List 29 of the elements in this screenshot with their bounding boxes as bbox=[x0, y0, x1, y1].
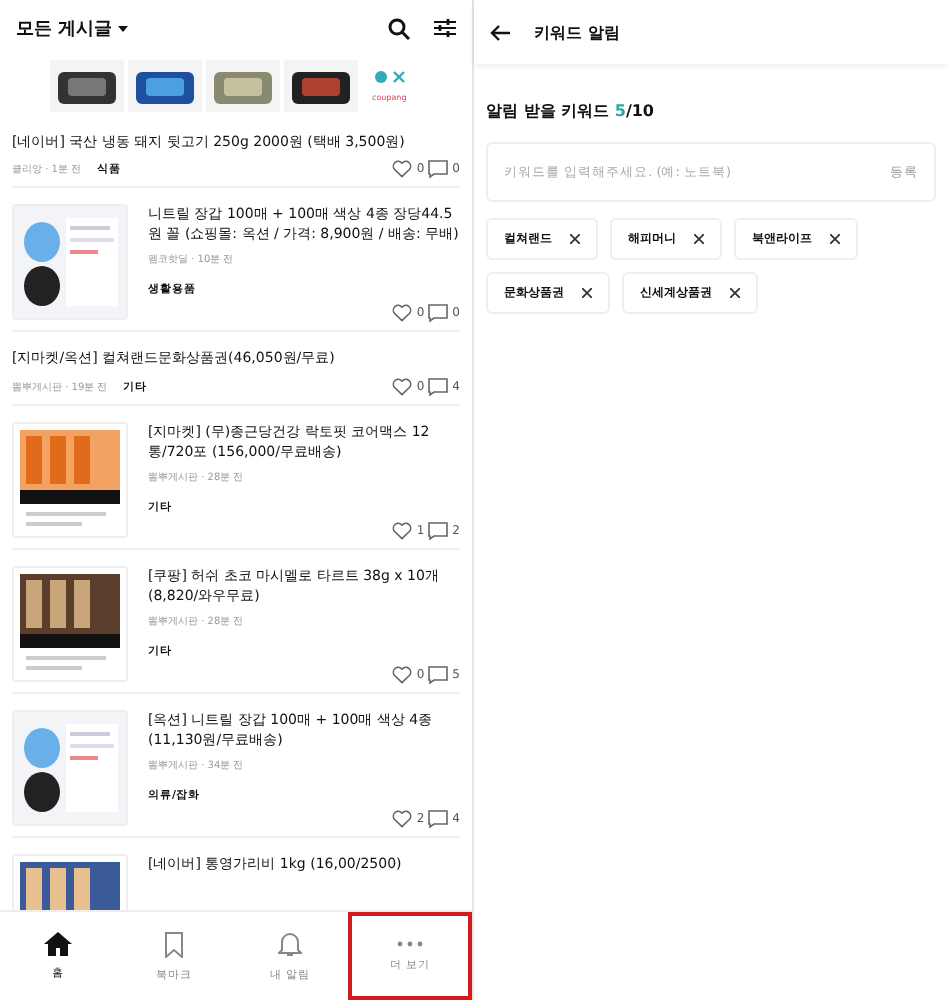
board-title[interactable]: 모든 게시글 bbox=[16, 15, 113, 41]
close-icon[interactable] bbox=[830, 234, 840, 244]
close-icon[interactable] bbox=[694, 234, 704, 244]
heart-icon bbox=[392, 521, 413, 540]
comment-icon bbox=[428, 521, 449, 540]
heart-icon bbox=[392, 160, 413, 179]
search-icon[interactable] bbox=[388, 17, 410, 39]
page-title: 키워드 알림 bbox=[534, 21, 620, 43]
caret-icon[interactable] bbox=[118, 25, 129, 31]
home-icon bbox=[44, 932, 72, 956]
heart-icon bbox=[392, 666, 413, 685]
heart-icon bbox=[392, 304, 413, 323]
close-icon[interactable] bbox=[570, 234, 580, 244]
comment-icon bbox=[428, 160, 449, 179]
close-icon[interactable] bbox=[730, 288, 740, 298]
close-icon[interactable] bbox=[582, 288, 592, 298]
bookmark-icon bbox=[164, 931, 184, 957]
comment-icon bbox=[428, 304, 449, 323]
info-close-icon[interactable] bbox=[373, 70, 406, 84]
comment-icon bbox=[428, 810, 449, 829]
more-icon bbox=[396, 940, 424, 948]
heart-icon bbox=[392, 377, 413, 396]
comment-icon bbox=[428, 666, 449, 685]
keyword-count-heading: 알림 받을 키워드 5/10 bbox=[486, 100, 656, 122]
heart-icon bbox=[392, 810, 413, 829]
bell-icon bbox=[278, 931, 302, 957]
filter-icon[interactable] bbox=[434, 18, 456, 38]
back-arrow-icon[interactable] bbox=[490, 23, 510, 41]
comment-icon bbox=[428, 377, 449, 396]
